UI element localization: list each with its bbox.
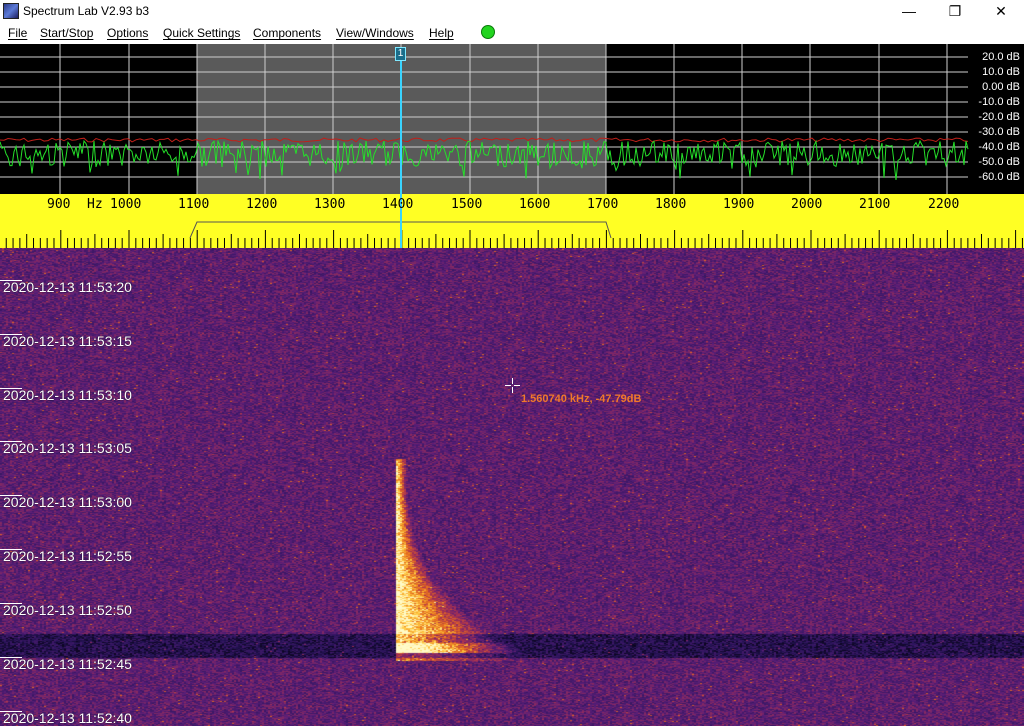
time-label: 2020-12-13 11:52:55 xyxy=(3,548,132,564)
freq-label: 1400 xyxy=(382,197,414,212)
menu-quick-settings[interactable]: Quick Settings xyxy=(163,26,240,40)
menu-start-stop[interactable]: Start/Stop xyxy=(40,26,93,40)
db-label: 0.00 dB xyxy=(982,81,1020,93)
freq-label: 1500 xyxy=(451,197,483,212)
freq-label: 2000 xyxy=(791,197,823,212)
spectrum-display[interactable]: 20.0 dB 10.0 dB 0.00 dB -10.0 dB -20.0 d… xyxy=(0,44,1024,194)
menu-file[interactable]: File xyxy=(8,26,27,40)
cursor-readout: 1.560740 kHz, -47.79dB xyxy=(521,393,642,405)
freq-label: 1900 xyxy=(723,197,755,212)
freq-label: 1200 xyxy=(246,197,278,212)
freq-label: 1100 xyxy=(178,197,210,212)
menu-view-windows[interactable]: View/Windows xyxy=(336,26,414,40)
freq-label: 1600 xyxy=(519,197,551,212)
db-label: -20.0 dB xyxy=(978,111,1020,123)
minimize-button[interactable]: — xyxy=(886,0,932,22)
freq-label: 1700 xyxy=(587,197,619,212)
frequency-scale[interactable]: 900 Hz 1000 1100 1200 1300 1400 1500 160… xyxy=(0,194,1024,248)
crosshair-cursor-icon xyxy=(505,378,520,393)
freq-label: 1800 xyxy=(655,197,687,212)
status-led-icon[interactable] xyxy=(481,25,495,39)
time-label: 2020-12-13 11:53:10 xyxy=(3,387,132,403)
menu-components[interactable]: Components xyxy=(253,26,321,40)
time-label: 2020-12-13 11:53:05 xyxy=(3,440,132,456)
waterfall-image xyxy=(0,248,1024,726)
freq-label: 900 xyxy=(47,197,71,212)
menu-bar: File Start/Stop Options Quick Settings C… xyxy=(0,22,1024,44)
time-label: 2020-12-13 11:53:00 xyxy=(3,494,132,510)
db-label: 10.0 dB xyxy=(982,66,1020,78)
freq-unit-label: Hz xyxy=(87,197,103,212)
menu-options[interactable]: Options xyxy=(107,26,148,40)
freq-label: 1000 xyxy=(110,197,142,212)
db-label: 20.0 dB xyxy=(982,51,1020,63)
time-label: 2020-12-13 11:52:45 xyxy=(3,656,132,672)
app-icon xyxy=(3,3,19,19)
db-label: -40.0 dB xyxy=(978,141,1020,153)
maximize-button[interactable]: ❐ xyxy=(932,0,978,22)
close-button[interactable]: ✕ xyxy=(978,0,1024,22)
db-label: -30.0 dB xyxy=(978,126,1020,138)
time-label: 2020-12-13 11:52:50 xyxy=(3,602,132,618)
window-title: Spectrum Lab V2.93 b3 xyxy=(23,4,150,18)
time-label: 2020-12-13 11:53:20 xyxy=(3,279,132,295)
freq-label: 2200 xyxy=(928,197,960,212)
waterfall-display[interactable]: 2020-12-13 11:53:20 2020-12-13 11:53:15 … xyxy=(0,248,1024,726)
db-label: -10.0 dB xyxy=(978,96,1020,108)
spectrum-plot xyxy=(0,44,969,194)
freq-label: 2100 xyxy=(859,197,891,212)
freq-label: 1300 xyxy=(314,197,346,212)
title-bar: Spectrum Lab V2.93 b3 — ❐ ✕ xyxy=(0,0,1024,22)
db-label: -50.0 dB xyxy=(978,156,1020,168)
menu-help[interactable]: Help xyxy=(429,26,454,40)
time-label: 2020-12-13 11:53:15 xyxy=(3,333,132,349)
marker-flag[interactable]: 1 xyxy=(395,47,406,61)
time-label: 2020-12-13 11:52:40 xyxy=(3,710,132,726)
db-label: -60.0 dB xyxy=(978,171,1020,183)
